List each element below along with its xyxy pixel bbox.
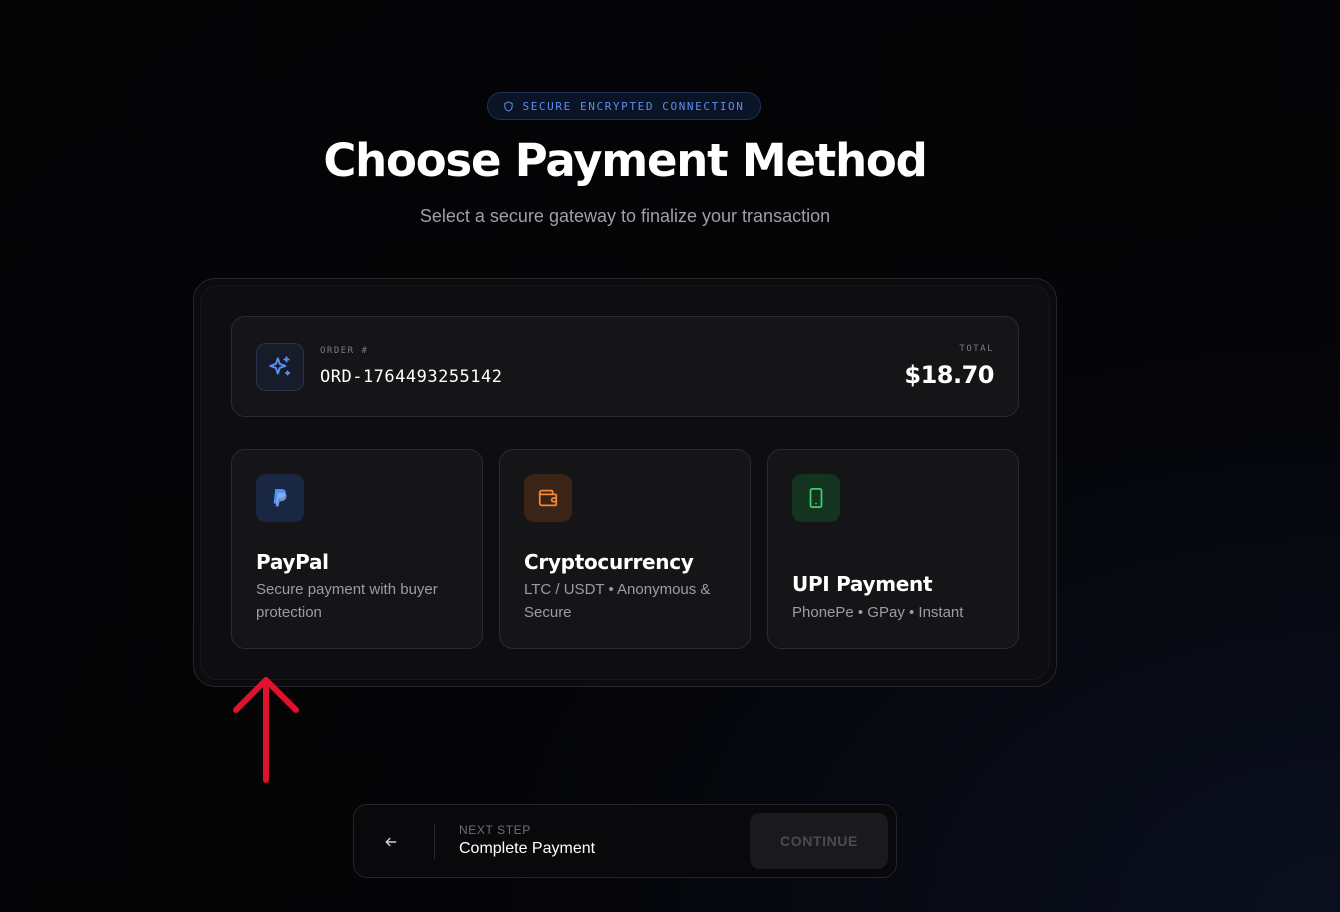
paypal-name: PayPal [256,550,329,574]
continue-button[interactable]: CONTINUE [750,813,888,869]
order-summary: ORDER # ORD-1764493255142 TOTAL $18.70 [231,316,1019,417]
bottom-action-bar: NEXT STEP Complete Payment CONTINUE [353,804,897,878]
upi-name: UPI Payment [792,572,933,596]
payment-option-paypal[interactable]: PayPal Secure payment with buyer protect… [231,449,483,649]
payment-option-crypto[interactable]: Cryptocurrency LTC / USDT • Anonymous & … [499,449,751,649]
order-icon-box [256,343,304,391]
security-badge-text: SECURE ENCRYPTED CONNECTION [522,99,745,113]
upi-description: PhonePe • GPay • Instant [792,604,964,621]
back-button[interactable] [372,823,410,861]
sparkle-icon [269,356,291,376]
paypal-icon-box [256,474,304,522]
total-value: $18.70 [904,361,994,389]
paypal-icon [273,489,287,507]
phone-icon [809,487,823,509]
red-arrow-icon [233,677,299,783]
next-step-label: NEXT STEP [459,823,531,837]
page-title: Choose Payment Method [323,134,928,187]
security-badge: SECURE ENCRYPTED CONNECTION [487,92,761,120]
page-subtitle: Select a secure gateway to finalize your… [419,206,831,226]
wallet-icon [538,489,558,507]
phone-icon-box [792,474,840,522]
crypto-description: LTC / USDT • Anonymous & Secure [524,581,711,621]
payment-option-upi[interactable]: UPI Payment PhonePe • GPay • Instant [767,449,1019,649]
shield-icon [504,100,514,112]
arrow-left-icon [385,837,397,847]
order-number-value: ORD-1764493255142 [320,367,503,387]
bar-divider [434,825,435,859]
crypto-name: Cryptocurrency [524,550,694,574]
order-number-label: ORDER # [320,346,369,356]
total-label: TOTAL [959,344,994,354]
wallet-icon-box [524,474,572,522]
paypal-description: Secure payment with buyer protection [256,581,438,621]
next-step-value: Complete Payment [459,840,596,857]
